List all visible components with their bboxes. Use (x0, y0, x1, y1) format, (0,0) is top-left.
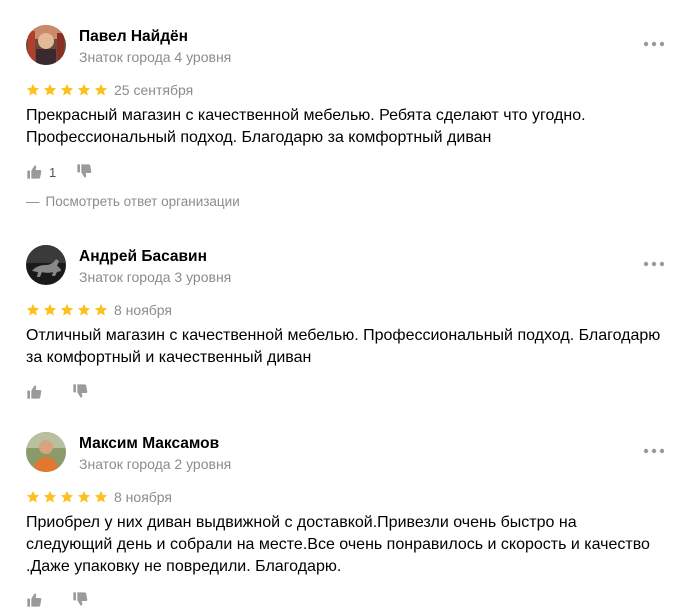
review-date: 8 ноября (114, 302, 173, 318)
dash-icon: — (26, 194, 40, 209)
thumb-down-icon (73, 592, 88, 606)
dislike-button[interactable] (72, 382, 88, 400)
star-icon (94, 303, 108, 316)
star-icon (60, 490, 74, 503)
review-date: 25 сентября (114, 82, 194, 98)
star-icon (60, 83, 74, 96)
author-name[interactable]: Максим Максамов (79, 435, 219, 453)
dislike-button[interactable] (76, 162, 92, 180)
star-icon (60, 303, 74, 316)
author-level: Знаток города 3 уровня (79, 269, 232, 285)
thumb-up-icon (27, 165, 42, 179)
avatar[interactable] (26, 245, 66, 285)
rating-stars (26, 83, 108, 97)
review-text: Отличный магазин с качественной мебелью.… (26, 327, 661, 366)
review-text: Приобрел у них диван выдвижной с доставк… (26, 514, 650, 575)
rating-stars (26, 303, 108, 317)
review-date: 8 ноября (114, 489, 173, 505)
more-dots-icon[interactable] (643, 40, 665, 48)
org-answer-link[interactable]: — Посмотреть ответ организации (26, 194, 240, 209)
review-text: Прекрасный магазин с качественной мебель… (26, 107, 586, 146)
star-icon (77, 490, 91, 503)
avatar-animal-icon (26, 245, 66, 285)
star-icon (77, 83, 91, 96)
star-icon (94, 83, 108, 96)
org-answer-label: Посмотреть ответ организации (45, 194, 240, 209)
dislike-button[interactable] (72, 590, 88, 608)
star-icon (26, 303, 40, 316)
star-icon (77, 303, 91, 316)
thumb-down-icon (77, 164, 92, 178)
avatar[interactable] (26, 25, 66, 65)
star-icon (43, 303, 57, 316)
thumb-up-icon (27, 593, 42, 607)
like-count: 1 (49, 164, 57, 180)
avatar-photo-icon (26, 25, 66, 65)
star-icon (26, 490, 40, 503)
like-button[interactable] (26, 591, 49, 609)
star-icon (26, 83, 40, 96)
author-level: Знаток города 4 уровня (79, 49, 232, 65)
star-icon (43, 490, 57, 503)
star-icon (94, 490, 108, 503)
star-icon (43, 83, 57, 96)
rating-stars (26, 490, 108, 504)
more-dots-icon[interactable] (643, 447, 665, 455)
author-name[interactable]: Павел Найдён (79, 28, 188, 46)
like-button[interactable] (26, 383, 49, 401)
author-level: Знаток города 2 уровня (79, 456, 232, 472)
thumb-down-icon (73, 384, 88, 398)
avatar[interactable] (26, 432, 66, 472)
author-name[interactable]: Андрей Басавин (79, 248, 207, 266)
thumb-up-icon (27, 385, 42, 399)
like-button[interactable]: 1 (26, 163, 56, 181)
more-dots-icon[interactable] (643, 260, 665, 268)
avatar-photo-icon (26, 432, 66, 472)
